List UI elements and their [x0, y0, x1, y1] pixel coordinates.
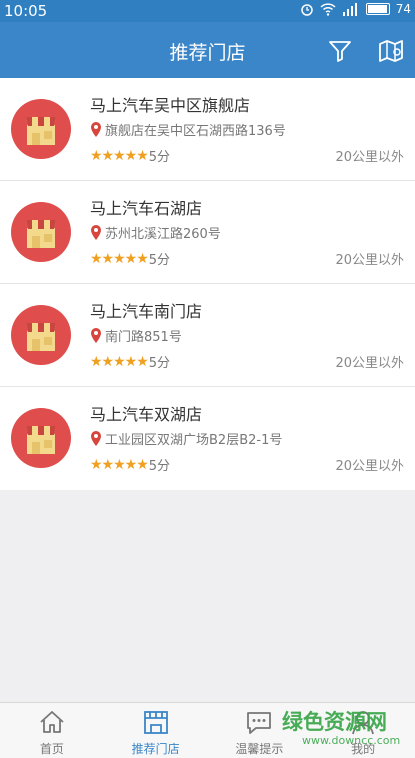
app-header: 推荐门店 — [0, 22, 415, 78]
star-rating-icon: ★★★★★ — [90, 353, 149, 370]
tab-label: 我的 — [351, 742, 376, 756]
status-icons: 74 — [300, 2, 411, 16]
status-bar: 10:05 74 — [0, 0, 415, 22]
store-logo — [11, 305, 71, 365]
tab-stores[interactable]: 推荐门店 — [104, 703, 208, 758]
store-logo — [11, 99, 71, 159]
star-rating-icon: ★★★★★ — [90, 250, 149, 267]
wifi-icon — [320, 3, 336, 16]
battery-level: 74 — [395, 2, 411, 16]
store-address-text: 旗舰店在吴中区石湖西路136号 — [105, 124, 286, 139]
tab-tips[interactable]: 温馨提示 — [208, 703, 312, 758]
location-pin-icon — [91, 431, 101, 446]
store-name: 马上汽车吴中区旗舰店 — [90, 96, 251, 115]
location-pin-icon — [91, 328, 101, 343]
store-address: 苏州北溪江路260号 — [90, 223, 221, 242]
location-pin-icon — [91, 225, 101, 240]
message-icon — [247, 712, 272, 734]
store-rating: ★★★★★ 5分 — [90, 352, 171, 372]
store-item[interactable]: 马上汽车吴中区旗舰店 旗舰店在吴中区石湖西路136号 ★★★★★ 5分 20公里… — [0, 78, 415, 181]
store-item[interactable]: 马上汽车双湖店 工业园区双湖广场B2层B2-1号 ★★★★★ 5分 20公里以外 — [0, 387, 415, 490]
store-address: 南门路851号 — [90, 326, 182, 345]
user-icon — [352, 711, 375, 735]
tab-label: 温馨提示 — [235, 742, 284, 756]
store-address-text: 工业园区双湖广场B2层B2-1号 — [105, 433, 283, 448]
tab-label: 首页 — [39, 742, 64, 756]
tab-home[interactable]: 首页 — [0, 703, 104, 758]
store-address: 工业园区双湖广场B2层B2-1号 — [90, 429, 282, 448]
store-icon — [143, 711, 168, 734]
status-time: 10:05 — [4, 2, 48, 20]
store-rating: ★★★★★ 5分 — [90, 146, 171, 166]
location-pin-icon — [91, 122, 101, 137]
alarm-icon — [300, 4, 313, 16]
star-rating-icon: ★★★★★ — [90, 456, 149, 473]
store-score: 5分 — [148, 150, 171, 165]
store-name: 马上汽车双湖店 — [90, 405, 203, 424]
store-rating: ★★★★★ 5分 — [90, 249, 171, 269]
signal-icon — [342, 3, 357, 16]
storefront-icon — [26, 426, 56, 454]
store-distance: 20公里以外 — [335, 459, 404, 474]
store-name: 马上汽车石湖店 — [90, 199, 203, 218]
store-address: 旗舰店在吴中区石湖西路136号 — [90, 120, 286, 139]
store-list: 马上汽车吴中区旗舰店 旗舰店在吴中区石湖西路136号 ★★★★★ 5分 20公里… — [0, 78, 415, 490]
store-item[interactable]: 马上汽车南门店 南门路851号 ★★★★★ 5分 20公里以外 — [0, 284, 415, 387]
store-item[interactable]: 马上汽车石湖店 苏州北溪江路260号 ★★★★★ 5分 20公里以外 — [0, 181, 415, 284]
store-distance: 20公里以外 — [335, 150, 404, 165]
store-address-text: 苏州北溪江路260号 — [105, 227, 221, 242]
store-rating: ★★★★★ 5分 — [90, 455, 171, 475]
star-rating-icon: ★★★★★ — [90, 147, 149, 164]
store-score: 5分 — [148, 459, 171, 474]
tab-profile[interactable]: 我的 — [311, 703, 415, 758]
tab-label: 推荐门店 — [131, 742, 180, 756]
map-icon[interactable] — [377, 37, 405, 65]
store-logo — [11, 202, 71, 262]
store-distance: 20公里以外 — [335, 356, 404, 371]
storefront-icon — [26, 117, 56, 145]
storefront-icon — [26, 323, 56, 351]
store-name: 马上汽车南门店 — [90, 302, 203, 321]
store-address-text: 南门路851号 — [105, 330, 182, 345]
store-score: 5分 — [148, 253, 171, 268]
store-distance: 20公里以外 — [335, 253, 404, 268]
battery-icon — [365, 3, 390, 15]
bottom-tab-bar: 首页 推荐门店 温馨提示 我的 — [0, 702, 415, 758]
store-score: 5分 — [148, 356, 171, 371]
home-icon — [40, 711, 64, 733]
store-logo — [11, 408, 71, 468]
filter-icon[interactable] — [327, 38, 353, 64]
storefront-icon — [26, 220, 56, 248]
